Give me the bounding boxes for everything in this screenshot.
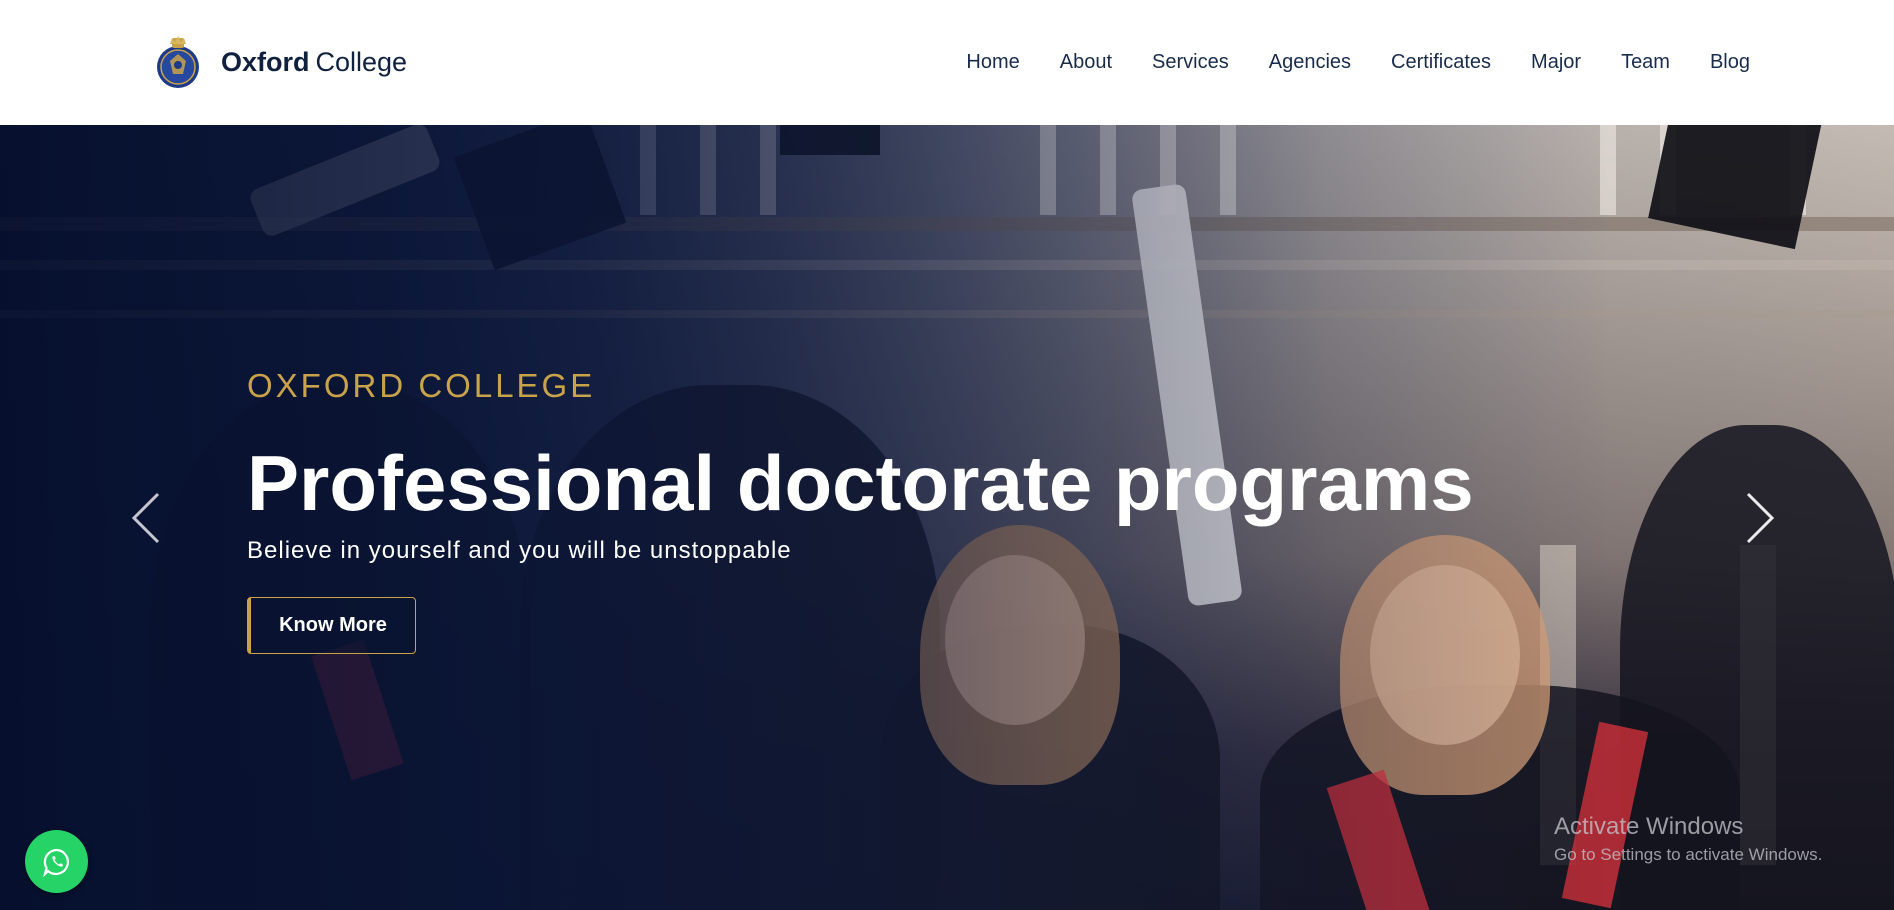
- watermark-title: Activate Windows: [1554, 813, 1744, 840]
- nav-item-blog[interactable]: Blog: [1710, 51, 1750, 74]
- carousel-prev-button[interactable]: [120, 490, 176, 546]
- hero-content: OXFORD COLLEGE Professional doctorate pr…: [247, 367, 1474, 654]
- nav-item-services[interactable]: Services: [1152, 51, 1229, 74]
- college-crest-icon: [157, 36, 199, 88]
- brand-name-light: College: [315, 46, 408, 77]
- carousel-next-button[interactable]: [1730, 490, 1786, 546]
- nav-item-agencies[interactable]: Agencies: [1269, 51, 1351, 74]
- hero-eyebrow: OXFORD COLLEGE: [247, 367, 596, 404]
- nav-item-about[interactable]: About: [1060, 51, 1112, 74]
- chevron-right-icon: [1746, 492, 1775, 544]
- nav-item-major[interactable]: Major: [1531, 51, 1581, 74]
- watermark-subtitle: Go to Settings to activate Windows.: [1554, 845, 1823, 864]
- site-header: Oxford College Home About Services Agenci…: [0, 0, 1894, 125]
- main-nav: Home About Services Agencies Certificate…: [926, 0, 1750, 125]
- hero-slider: OXFORD COLLEGE Professional doctorate pr…: [0, 125, 1894, 910]
- brand-logo-link[interactable]: Oxford College: [155, 28, 407, 96]
- nav-item-team[interactable]: Team: [1621, 51, 1670, 74]
- whatsapp-icon: [42, 848, 69, 877]
- chevron-left-icon: [131, 492, 160, 544]
- whatsapp-button[interactable]: [25, 830, 88, 893]
- know-more-button[interactable]: Know More: [247, 596, 416, 654]
- nav-item-certificates[interactable]: Certificates: [1391, 51, 1491, 74]
- nav-item-home[interactable]: Home: [966, 51, 1019, 74]
- hero-subline: Believe in yourself and you will be unst…: [247, 536, 792, 564]
- brand-name-bold: Oxford: [221, 46, 310, 77]
- windows-activation-watermark: Activate Windows Go to Settings to activ…: [1554, 813, 1822, 865]
- hero-headline: Professional doctorate programs: [247, 439, 1474, 527]
